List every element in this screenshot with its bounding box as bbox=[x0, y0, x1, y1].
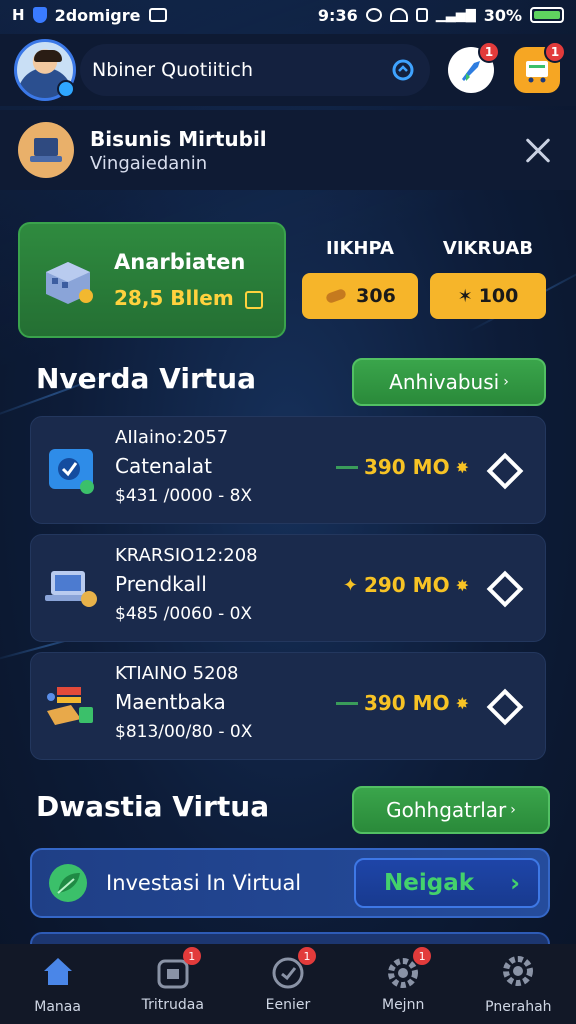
diamond-icon[interactable] bbox=[485, 569, 525, 609]
signal-icon: ▁▃▅▇ bbox=[435, 7, 476, 23]
battery-icon bbox=[530, 7, 564, 23]
rocket-button[interactable]: 1 bbox=[448, 41, 500, 93]
app-header: Nbiner Quotiitich 1 1 bbox=[0, 34, 576, 106]
home-icon bbox=[43, 958, 72, 985]
stat-column-1: IIKHPA 306 bbox=[302, 238, 418, 319]
notification-badge: 1 bbox=[544, 41, 566, 63]
status-bar: H 2domigre 9:36 ▁▃▅▇ 30% bbox=[0, 0, 576, 30]
invest-go-button[interactable]: Neigak › bbox=[354, 858, 540, 908]
chevron-right-icon: › bbox=[510, 869, 520, 897]
sparkle-icon: ✦ bbox=[342, 574, 358, 596]
notification-badge: 1 bbox=[182, 947, 201, 965]
wifi-icon bbox=[389, 8, 408, 22]
item-code: KTIAINO 5208 bbox=[115, 663, 239, 684]
sync-icon bbox=[365, 8, 382, 22]
stat-column-2: VIKRUAB ✶ 100 bbox=[430, 238, 546, 319]
item-value: 390 MO ✸ bbox=[335, 455, 469, 479]
item-name: Catenalat bbox=[115, 454, 212, 478]
invest-label: Investasi In Virtual bbox=[106, 871, 302, 895]
balance-amount: 28,5 Bllem bbox=[114, 286, 263, 310]
nav-item-settings-b[interactable]: Pnerahah bbox=[468, 953, 568, 1015]
laptop-icon bbox=[18, 122, 74, 178]
settings-icon bbox=[503, 956, 534, 986]
banner-title: Bisunis Mirtubil bbox=[90, 126, 267, 151]
chevron-right-icon: › bbox=[510, 802, 516, 818]
stat-label: VIKRUAB bbox=[442, 238, 534, 259]
star-icon: ✸ bbox=[455, 693, 469, 713]
status-left-text: 2domigre bbox=[54, 5, 141, 25]
verified-badge-icon bbox=[57, 80, 75, 98]
close-icon[interactable] bbox=[518, 130, 558, 170]
item-name: Maentbaka bbox=[115, 690, 226, 714]
nav-item-settings-a[interactable]: 1 Mejnn bbox=[353, 947, 453, 1013]
laptop-coins-icon bbox=[45, 571, 97, 607]
list-item[interactable]: AIIaino:2057 Catenalat $431 /0000 - 8X 3… bbox=[30, 416, 546, 524]
message-icon bbox=[148, 8, 167, 22]
section-action-button[interactable]: Gohhgatrlar › bbox=[352, 786, 550, 834]
status-time: 9:36 bbox=[317, 5, 358, 25]
banner-subtitle: Vingaiedanin bbox=[90, 152, 208, 174]
balance-card[interactable]: Anarbiaten 28,5 Bllem bbox=[18, 222, 286, 338]
edit-icon[interactable] bbox=[244, 290, 263, 309]
balance-title: Anarbiaten bbox=[114, 250, 246, 274]
battery-percent: 30% bbox=[483, 5, 522, 25]
diamond-icon[interactable] bbox=[485, 687, 525, 727]
section-title: Nverda Virtua bbox=[36, 362, 256, 395]
notification-badge: 1 bbox=[478, 41, 500, 63]
nav-item-check[interactable]: 1 Eenier bbox=[238, 947, 338, 1013]
notification-banner[interactable]: Bisunis Mirtubil Vingaiedanin bbox=[0, 110, 576, 190]
item-code: KRARSIO12:208 bbox=[115, 545, 258, 566]
cart-button[interactable]: 1 bbox=[514, 41, 566, 93]
item-value: ✦ 290 MO ✸ bbox=[342, 573, 469, 597]
item-price: $485 /0060 - 0X bbox=[115, 604, 253, 624]
list-item[interactable]: KTIAINO 5208 Maentbaka $813/00/80 - 0X 3… bbox=[30, 652, 546, 760]
invest-bar[interactable]: Investasi In Virtual Neigak › bbox=[30, 848, 550, 918]
item-name: Prendkall bbox=[115, 572, 207, 596]
avatar[interactable] bbox=[14, 39, 76, 101]
search-bar[interactable]: Nbiner Quotiitich bbox=[80, 44, 430, 96]
item-price: $813/00/80 - 0X bbox=[115, 722, 253, 742]
chevron-down-icon: › bbox=[503, 374, 509, 390]
stat-chip-button[interactable]: 306 bbox=[302, 273, 418, 319]
search-input[interactable]: Nbiner Quotiitich bbox=[92, 59, 386, 81]
shield-icon bbox=[32, 7, 47, 23]
nav-item-wallet[interactable]: 1 Tritrudaa bbox=[123, 947, 223, 1013]
notification-badge: 1 bbox=[297, 947, 316, 965]
star-icon: ✸ bbox=[455, 457, 469, 477]
bottom-nav: Manaa 1 Tritrudaa 1 Eenier 1 Mejnn Pnera… bbox=[0, 944, 576, 1024]
diamond-icon[interactable] bbox=[485, 451, 525, 491]
sparkle-icon: ✶ bbox=[457, 285, 473, 307]
building-icon bbox=[46, 262, 93, 304]
carrier-indicator: H bbox=[12, 6, 25, 24]
notification-badge: 1 bbox=[413, 947, 432, 965]
section-title: Dwastia Virtua bbox=[36, 790, 270, 823]
stat-label: IIKHPA bbox=[326, 238, 394, 259]
list-item[interactable]: KRARSIO12:208 Prendkall $485 /0060 - 0X … bbox=[30, 534, 546, 642]
star-icon: ✸ bbox=[455, 575, 469, 595]
shopping-icon bbox=[47, 687, 93, 725]
sim-icon bbox=[415, 8, 428, 22]
item-price: $431 /0000 - 8X bbox=[115, 486, 253, 506]
stat-chip-button[interactable]: ✶ 100 bbox=[430, 273, 546, 319]
item-value: 390 MO ✸ bbox=[335, 691, 469, 715]
item-code: AIIaino:2057 bbox=[115, 427, 229, 448]
search-icon[interactable] bbox=[386, 53, 420, 87]
coin-roll-icon bbox=[326, 289, 346, 303]
tablet-icon bbox=[49, 449, 94, 494]
leaf-icon bbox=[49, 864, 87, 902]
section-action-button[interactable]: Anhivabusi › bbox=[352, 358, 546, 406]
nav-item-home[interactable]: Manaa bbox=[8, 953, 108, 1015]
